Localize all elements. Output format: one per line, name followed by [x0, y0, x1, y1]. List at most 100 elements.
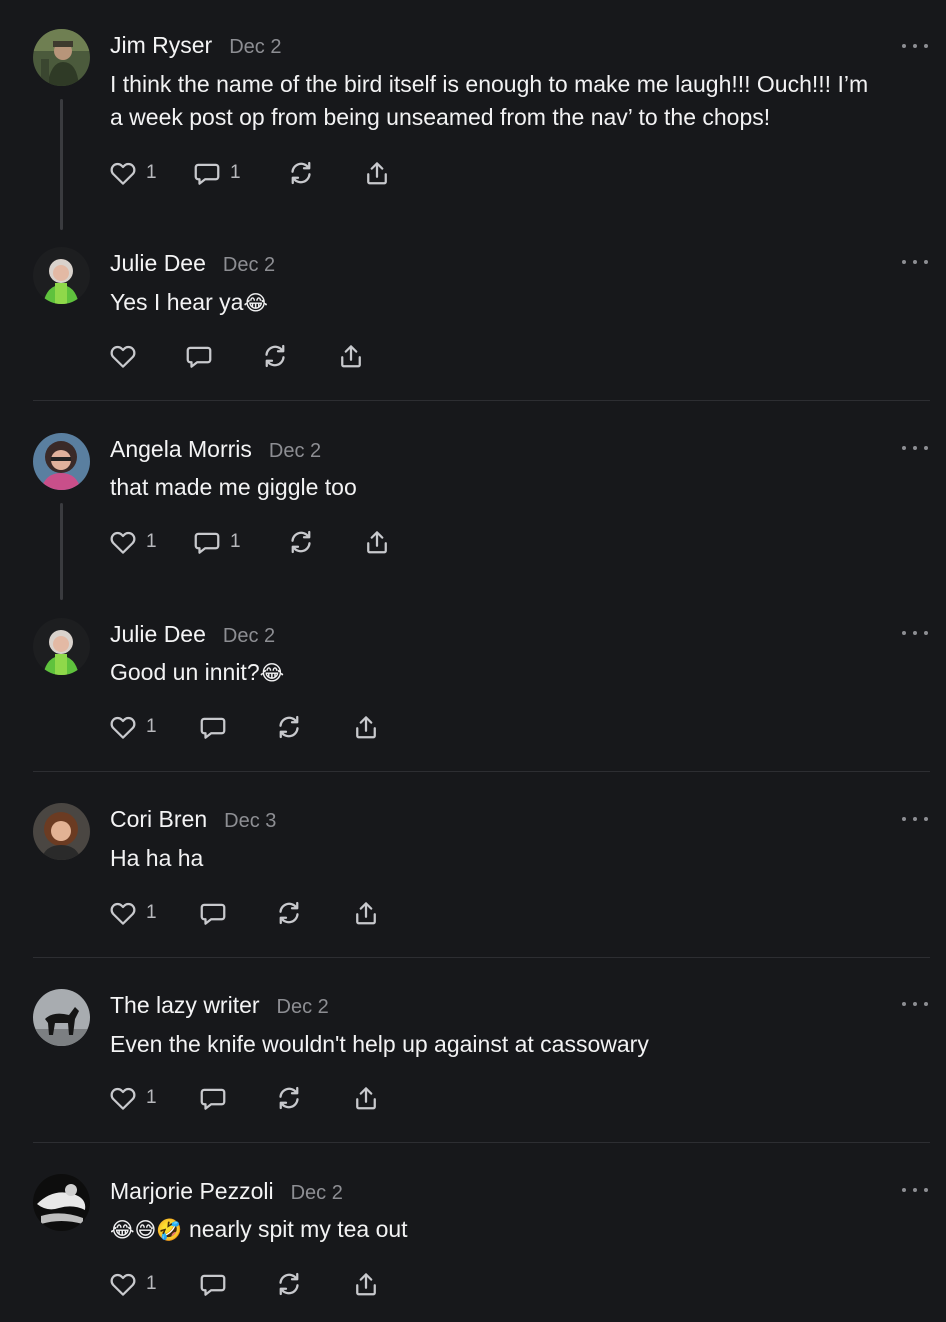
comment-text: I think the name of the bird itself is e… — [110, 71, 869, 130]
comment-date[interactable]: Dec 3 — [224, 810, 276, 833]
comment-date[interactable]: Dec 2 — [223, 625, 275, 648]
author-name[interactable]: Angela Morris — [110, 436, 252, 463]
like-button[interactable]: 1 — [108, 1081, 157, 1115]
like-button[interactable]: 1 — [108, 710, 157, 744]
more-options-icon[interactable] — [902, 999, 928, 1009]
share-icon — [362, 527, 392, 557]
restack-icon — [286, 158, 316, 188]
comment-icon — [184, 341, 214, 371]
avatar[interactable] — [33, 247, 90, 304]
reply-button[interactable]: 1 — [192, 156, 241, 190]
share-button[interactable] — [336, 339, 366, 373]
author-name[interactable]: Jim Ryser — [110, 32, 212, 59]
comment-text: Even the knife wouldn't help up against … — [110, 1031, 649, 1057]
share-button[interactable] — [351, 1267, 381, 1301]
like-button[interactable]: 1 — [108, 896, 157, 930]
reply-button[interactable] — [198, 710, 228, 744]
reply-count: 1 — [230, 531, 241, 552]
restack-button[interactable] — [286, 156, 316, 190]
restack-button[interactable] — [286, 525, 316, 559]
like-count: 1 — [146, 1273, 157, 1294]
restack-icon — [274, 712, 304, 742]
divider — [33, 957, 930, 958]
author-name[interactable]: The lazy writer — [110, 992, 260, 1019]
like-count: 1 — [146, 1087, 157, 1108]
share-button[interactable] — [362, 525, 392, 559]
heart-icon — [108, 527, 138, 557]
heart-icon — [108, 712, 138, 742]
like-button[interactable] — [108, 339, 138, 373]
laughing-emoji: 😂 — [243, 291, 268, 315]
more-options-icon[interactable] — [902, 814, 928, 824]
more-options-icon[interactable] — [902, 257, 928, 267]
comment-icon — [192, 158, 222, 188]
like-button[interactable]: 1 — [108, 525, 157, 559]
restack-button[interactable] — [274, 1081, 304, 1115]
comment-icon — [198, 712, 228, 742]
share-icon — [336, 341, 366, 371]
thread-line — [60, 99, 63, 230]
avatar[interactable] — [33, 433, 90, 490]
comment-text: Yes I hear ya😂 — [110, 289, 268, 315]
author-name[interactable]: Marjorie Pezzoli — [110, 1178, 274, 1205]
avatar[interactable] — [33, 618, 90, 675]
restack-icon — [274, 1083, 304, 1113]
reply-button[interactable] — [198, 1267, 228, 1301]
reply-count: 1 — [230, 162, 241, 183]
more-options-icon[interactable] — [902, 1185, 928, 1195]
comment-date[interactable]: Dec 2 — [277, 996, 329, 1019]
comment-text: Ha ha ha — [110, 845, 204, 871]
more-options-icon[interactable] — [902, 628, 928, 638]
like-count: 1 — [146, 531, 157, 552]
restack-icon — [274, 1269, 304, 1299]
share-icon — [351, 898, 381, 928]
divider — [33, 400, 930, 401]
more-options-icon[interactable] — [902, 443, 928, 453]
heart-icon — [108, 1083, 138, 1113]
reply-button[interactable]: 1 — [192, 525, 241, 559]
share-button[interactable] — [351, 1081, 381, 1115]
restack-button[interactable] — [274, 1267, 304, 1301]
comment-icon — [198, 898, 228, 928]
restack-button[interactable] — [274, 710, 304, 744]
share-icon — [351, 712, 381, 742]
avatar[interactable] — [33, 29, 90, 86]
author-name[interactable]: Cori Bren — [110, 806, 207, 833]
share-icon — [362, 158, 392, 188]
like-button[interactable]: 1 — [108, 156, 157, 190]
share-button[interactable] — [351, 710, 381, 744]
author-name[interactable]: Julie Dee — [110, 250, 206, 277]
heart-icon — [108, 158, 138, 188]
laughing-emoji: 😂 — [259, 661, 285, 685]
comment-feed: Jim Ryser Dec 2 I think the name of the … — [0, 0, 946, 1322]
restack-icon — [274, 898, 304, 928]
restack-icon — [260, 341, 290, 371]
more-options-icon[interactable] — [902, 41, 928, 51]
restack-button[interactable] — [274, 896, 304, 930]
reply-button[interactable] — [198, 896, 228, 930]
share-icon — [351, 1083, 381, 1113]
comment-date[interactable]: Dec 2 — [229, 36, 281, 59]
comment-date[interactable]: Dec 2 — [223, 254, 275, 277]
like-button[interactable]: 1 — [108, 1267, 157, 1301]
avatar[interactable] — [33, 803, 90, 860]
reply-button[interactable] — [184, 339, 214, 373]
restack-icon — [286, 527, 316, 557]
comment-text: that made me giggle too — [110, 474, 357, 500]
comment-date[interactable]: Dec 2 — [269, 440, 321, 463]
heart-icon — [108, 341, 138, 371]
share-button[interactable] — [362, 156, 392, 190]
comment-icon — [192, 527, 222, 557]
restack-button[interactable] — [260, 339, 290, 373]
comment-date[interactable]: Dec 2 — [291, 1182, 343, 1205]
comment-text: Good un innit?😂 — [110, 659, 285, 685]
like-count: 1 — [146, 902, 157, 923]
like-count: 1 — [146, 716, 157, 737]
author-name[interactable]: Julie Dee — [110, 621, 206, 648]
reply-button[interactable] — [198, 1081, 228, 1115]
avatar[interactable] — [33, 989, 90, 1046]
laughing-emoji: 😂😅🤣 — [110, 1218, 183, 1242]
avatar[interactable] — [33, 1174, 90, 1231]
share-button[interactable] — [351, 896, 381, 930]
heart-icon — [108, 898, 138, 928]
